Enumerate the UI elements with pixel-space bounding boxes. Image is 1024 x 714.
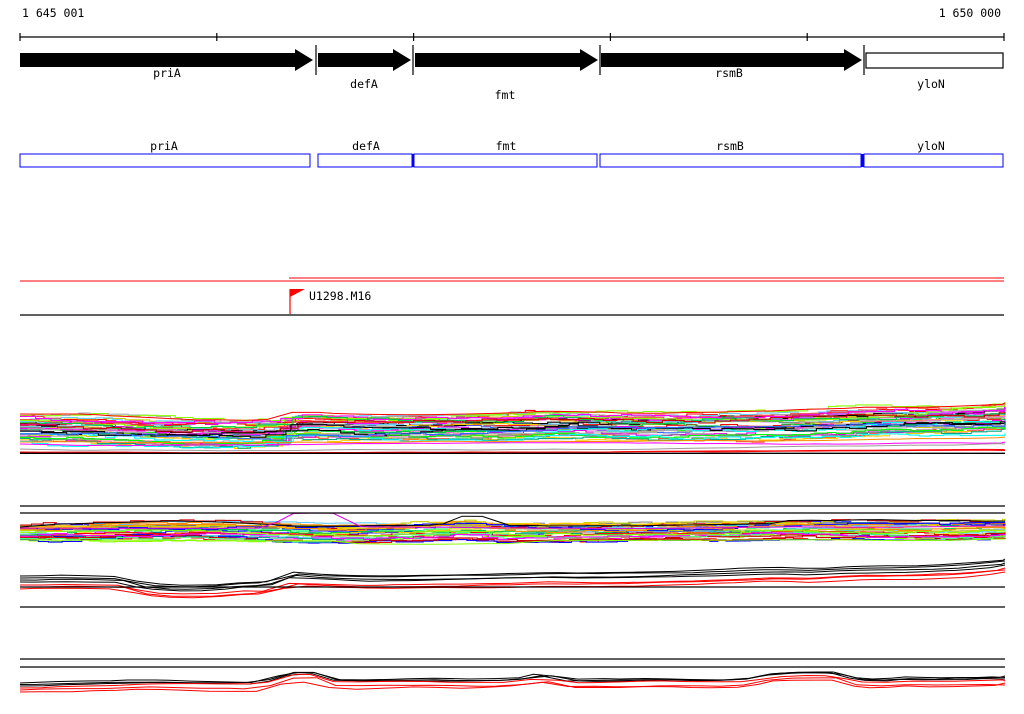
feature-label-yloN: yloN [917, 139, 945, 153]
feature-label-rsmB: rsmB [716, 139, 744, 153]
genome-browser-view: 1 645 001 1 650 000 priA defA fmt rsmB yloN pri… [0, 0, 1024, 714]
feature-box-rsmB[interactable] [599, 153, 862, 168]
feature-box-yloN[interactable] [863, 153, 1004, 168]
signal-line-black [19, 558, 1006, 586]
genome-graphics-canvas [19, 33, 1006, 693]
feature-label-priA: priA [150, 139, 178, 153]
feature-box-priA[interactable] [19, 153, 311, 168]
gene-box-yloN[interactable] [865, 52, 1004, 69]
ruler-start-coordinate: 1 645 001 [22, 6, 85, 20]
feature-box-divider [411, 154, 415, 167]
gene-label-defA: defA [350, 77, 378, 91]
ruler-end-coordinate: 1 650 000 [938, 6, 1001, 20]
feature-box-divider [861, 154, 864, 167]
gene-label-rsmB: rsmB [715, 66, 743, 80]
feature-box-fmt[interactable] [413, 153, 598, 168]
feature-label-defA: defA [352, 139, 380, 153]
feature-label-fmt: fmt [495, 139, 517, 153]
gene-arrow-fmt[interactable] [415, 49, 598, 71]
gene-label-priA: priA [153, 66, 181, 80]
marker-label: U1298.M16 [309, 289, 372, 303]
gene-label-yloN: yloN [917, 77, 945, 91]
feature-box-defA[interactable] [317, 153, 413, 168]
gene-arrow-defA[interactable] [318, 49, 411, 71]
gene-label-fmt: fmt [494, 88, 516, 102]
marker-flag-icon[interactable] [290, 289, 305, 297]
